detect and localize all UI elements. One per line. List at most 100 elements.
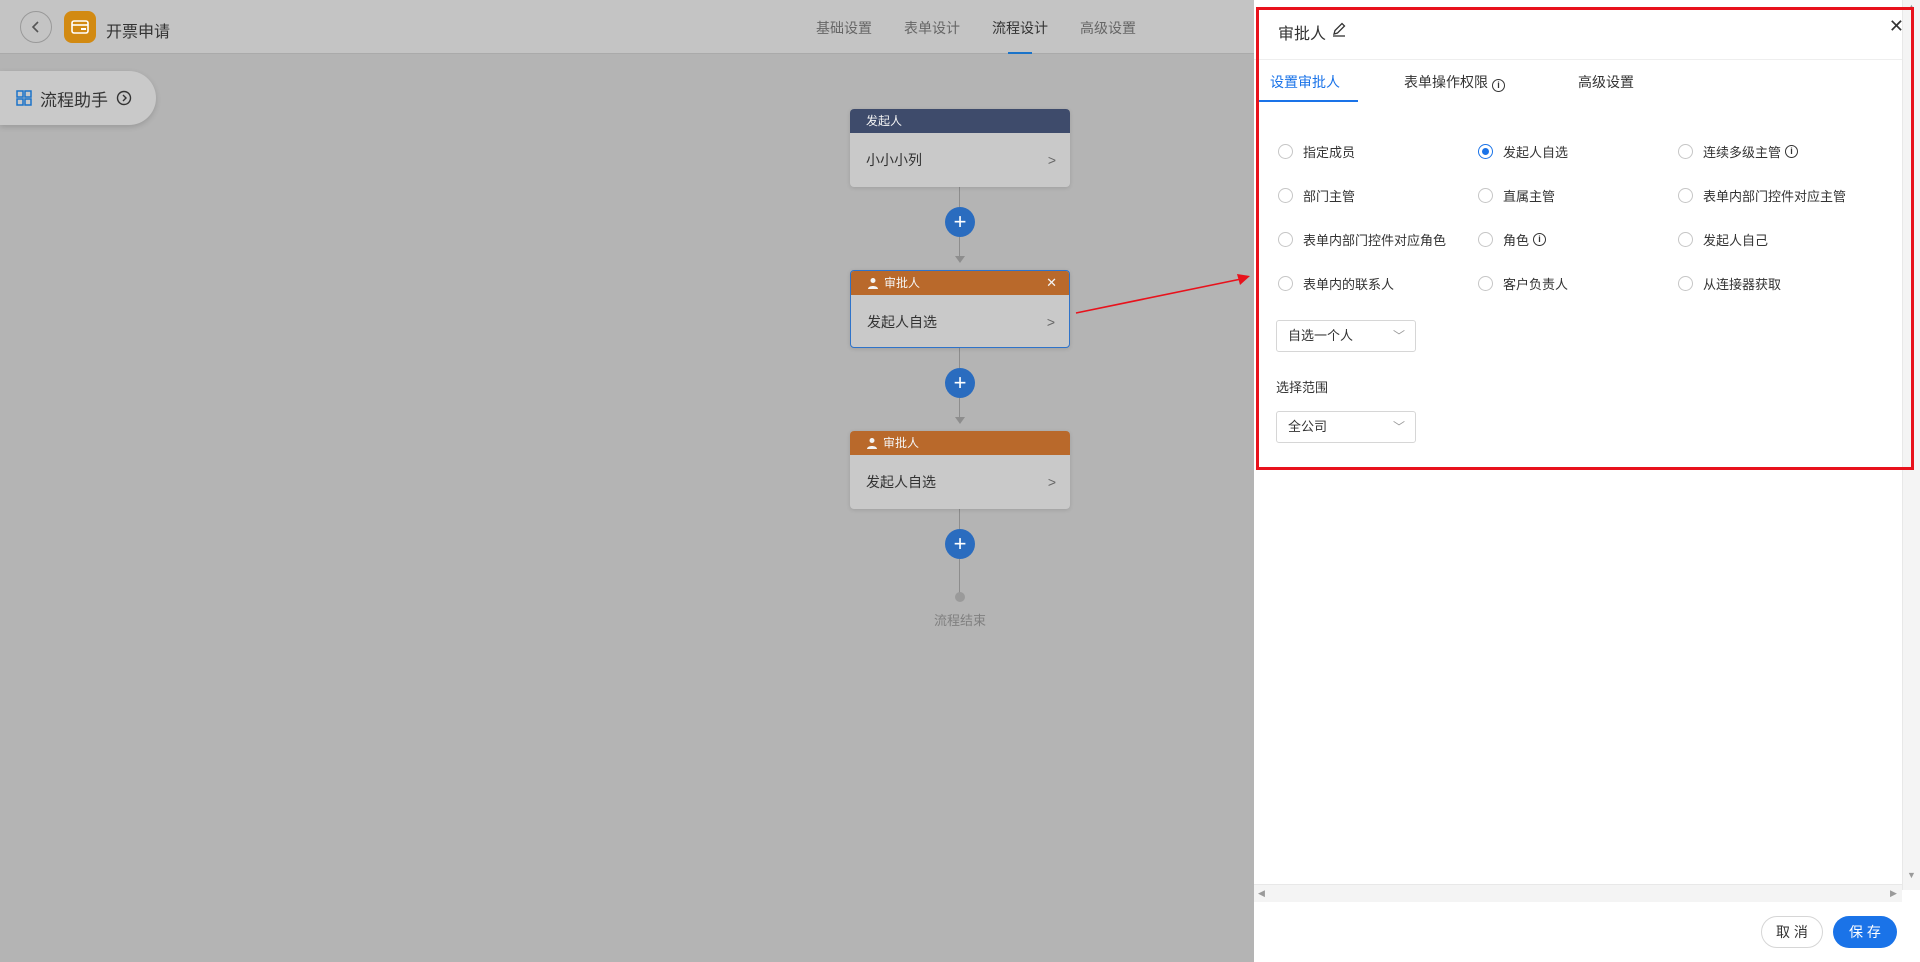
back-button[interactable] (20, 11, 52, 43)
radio-option-dept-manager[interactable]: 部门主管 (1278, 186, 1355, 205)
radio-option-role[interactable]: 角色 i (1478, 230, 1547, 249)
connector-line (959, 348, 960, 368)
add-node-button[interactable]: + (945, 368, 975, 398)
radio-option-from-connector[interactable]: 从连接器获取 (1678, 274, 1781, 293)
radio-button (1278, 188, 1293, 203)
radio-option-form-dept-role[interactable]: 表单内部门控件对应角色 (1278, 230, 1446, 249)
radio-label: 直属主管 (1503, 189, 1556, 204)
connector-arrow (955, 417, 965, 424)
flow-end-label: 流程结束 (933, 613, 986, 628)
tab-label: 高级设置 (1578, 74, 1634, 90)
horizontal-scrollbar[interactable]: ◀ ▶ (1254, 884, 1902, 902)
flow-assistant-button[interactable]: 流程助手 (0, 71, 156, 125)
flow-node-approver-selected[interactable]: 审批人 ✕ 发起人自选 > (850, 270, 1070, 348)
tab-advanced-settings[interactable]: 高级设置 (1064, 0, 1152, 54)
radio-button (1678, 188, 1693, 203)
chevron-right-icon: > (1047, 474, 1056, 490)
node-header-label: 审批人 (883, 436, 920, 450)
select-range-dropdown[interactable]: 全公司 ﹀ (1276, 411, 1416, 443)
select-value: 全公司 (1288, 419, 1328, 434)
scroll-left-icon[interactable]: ◀ (1258, 888, 1265, 899)
invoice-icon (71, 20, 89, 34)
node-header-label: 审批人 (884, 276, 921, 290)
radio-option-form-contact[interactable]: 表单内的联系人 (1278, 274, 1394, 293)
tab-basic-settings[interactable]: 基础设置 (800, 0, 888, 54)
radio-option-multi-level-manager[interactable]: 连续多级主管 i (1678, 142, 1799, 161)
connector-line (959, 509, 960, 529)
add-node-button[interactable]: + (945, 529, 975, 559)
chevron-right-icon: > (1046, 314, 1055, 330)
radio-label: 指定成员 (1303, 145, 1356, 160)
scroll-right-icon[interactable]: ▶ (1890, 888, 1897, 899)
tab-form-design[interactable]: 表单设计 (888, 0, 976, 54)
node-body: 发起人自选 > (851, 295, 1069, 347)
app-title: 开票申请 (106, 24, 171, 41)
radio-button (1678, 232, 1693, 247)
person-icon (867, 438, 877, 449)
radio-label: 表单内的联系人 (1303, 277, 1395, 292)
tab-advanced[interactable]: 高级设置 (1578, 72, 1634, 102)
connector-line (959, 237, 960, 257)
radio-button (1278, 232, 1293, 247)
tab-form-permissions[interactable]: 表单操作权限 i (1404, 72, 1505, 102)
radio-button (1478, 188, 1493, 203)
person-icon (868, 278, 878, 289)
radio-label: 角色 (1503, 233, 1530, 248)
close-icon[interactable]: ✕ (1046, 271, 1057, 295)
panel-header: 审批人 ✕ (1254, 0, 1920, 60)
radio-button (1478, 232, 1493, 247)
tab-label: 表单操作权限 (1404, 74, 1488, 90)
radio-label: 表单内部门控件对应主管 (1703, 189, 1847, 204)
connector-line (959, 187, 960, 207)
radio-button (1478, 276, 1493, 291)
save-button[interactable]: 保 存 (1833, 916, 1897, 948)
connector-line (959, 398, 960, 418)
tab-set-approver[interactable]: 设置审批人 (1270, 72, 1340, 102)
chevron-right-circle-icon (116, 90, 132, 106)
scroll-down-icon[interactable]: ▼ (1907, 870, 1916, 880)
chevron-left-icon (31, 21, 39, 33)
info-icon: i (1492, 79, 1505, 92)
tab-label: 设置审批人 (1270, 74, 1340, 90)
radio-option-customer-owner[interactable]: 客户负责人 (1478, 274, 1568, 293)
radio-option-specified-member[interactable]: 指定成员 (1278, 142, 1355, 161)
panel-title: 审批人 (1278, 26, 1327, 43)
node-header-label: 发起人 (866, 114, 903, 128)
radio-option-initiator-selects[interactable]: 发起人自选 (1478, 142, 1568, 161)
add-node-button[interactable]: + (945, 207, 975, 237)
node-body: 小小小列 > (850, 133, 1070, 187)
panel-tabs: 设置审批人 表单操作权限 i 高级设置 (1254, 60, 1920, 102)
radio-label: 发起人自选 (1503, 145, 1569, 160)
tab-flow-design[interactable]: 流程设计 (976, 0, 1064, 54)
chevron-right-icon: > (1047, 152, 1056, 168)
info-icon: i (1785, 145, 1799, 158)
radio-button (1678, 276, 1693, 291)
radio-label: 部门主管 (1303, 189, 1356, 204)
radio-option-form-dept-manager[interactable]: 表单内部门控件对应主管 (1678, 186, 1846, 205)
vertical-scrollbar[interactable]: ▲ ▼ (1902, 0, 1920, 890)
panel-footer: 取 消 保 存 (1254, 902, 1920, 962)
flow-node-approver[interactable]: 审批人 发起人自选 > (850, 431, 1070, 509)
range-label: 选择范围 (1276, 380, 1329, 395)
select-mode-dropdown[interactable]: 自选一个人 ﹀ (1276, 320, 1416, 352)
radio-option-initiator-self[interactable]: 发起人自己 (1678, 230, 1768, 249)
connector-arrow (955, 256, 965, 263)
cancel-button[interactable]: 取 消 (1761, 916, 1823, 948)
edit-pencil-icon[interactable] (1331, 21, 1347, 37)
chevron-down-icon: ﹀ (1392, 329, 1405, 343)
radio-button (1678, 144, 1693, 159)
radio-option-direct-manager[interactable]: 直属主管 (1478, 186, 1555, 205)
flow-node-starter[interactable]: 发起人 小小小列 > (850, 109, 1070, 187)
grid-icon (16, 90, 32, 106)
radio-button (1278, 276, 1293, 291)
radio-label: 表单内部门控件对应角色 (1303, 233, 1447, 248)
top-tabs: 基础设置 表单设计 流程设计 高级设置 (800, 0, 1152, 54)
scroll-up-icon[interactable]: ▲ (1907, 2, 1916, 12)
flow-end-dot (955, 592, 965, 602)
radio-label: 发起人自己 (1703, 233, 1769, 248)
radio-label: 客户负责人 (1503, 277, 1569, 292)
node-body-label: 小小小列 (866, 152, 922, 168)
approver-settings-panel: 审批人 ✕ 设置审批人 表单操作权限 i 高级设置 指定成员 发起人自选 连续多级… (1254, 0, 1920, 962)
annotation-arrow (1075, 274, 1250, 314)
active-tab-indicator (1256, 100, 1358, 102)
